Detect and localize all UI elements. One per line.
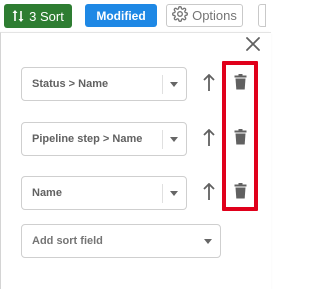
sort-field-select-1[interactable]: Status > Name	[21, 67, 187, 101]
chevron-down-icon	[170, 137, 178, 142]
trash-icon[interactable]	[233, 73, 247, 90]
sort-field-select-2[interactable]: Pipeline step > Name	[21, 122, 187, 156]
chevron-down-icon	[170, 191, 178, 196]
chevron-down-icon	[204, 239, 212, 244]
add-sort-field-select[interactable]: Add sort field	[21, 224, 221, 258]
chevron-down-icon	[170, 82, 178, 87]
sort-arrows-icon	[12, 9, 24, 23]
sort-field-value: Status > Name	[32, 78, 109, 90]
select-divider	[162, 130, 163, 149]
sort-button[interactable]: 3 Sort	[4, 4, 72, 28]
select-divider	[162, 184, 163, 203]
close-icon	[246, 36, 260, 56]
close-button[interactable]	[244, 36, 262, 56]
sort-button-label: 3 Sort	[29, 8, 64, 24]
arrow-up-icon[interactable]	[202, 74, 216, 92]
select-divider	[162, 75, 163, 94]
arrow-up-icon[interactable]	[202, 183, 216, 201]
sort-field-value: Name	[32, 187, 62, 199]
toolbar-overflow-button[interactable]	[258, 4, 266, 27]
modified-badge-label: Modified	[96, 8, 146, 23]
sort-field-value: Pipeline step > Name	[32, 133, 143, 145]
trash-icon[interactable]	[233, 128, 247, 145]
modified-badge[interactable]: Modified	[85, 4, 157, 27]
toolbar: 3 Sort Modified Options	[0, 0, 266, 31]
trash-icon[interactable]	[233, 182, 247, 199]
arrow-up-icon[interactable]	[202, 129, 216, 147]
add-sort-field-placeholder: Add sort field	[32, 235, 103, 247]
options-button-label: Options	[192, 8, 237, 23]
gear-icon	[172, 6, 189, 25]
options-button[interactable]: Options	[166, 4, 243, 27]
sort-field-select-3[interactable]: Name	[21, 176, 187, 210]
